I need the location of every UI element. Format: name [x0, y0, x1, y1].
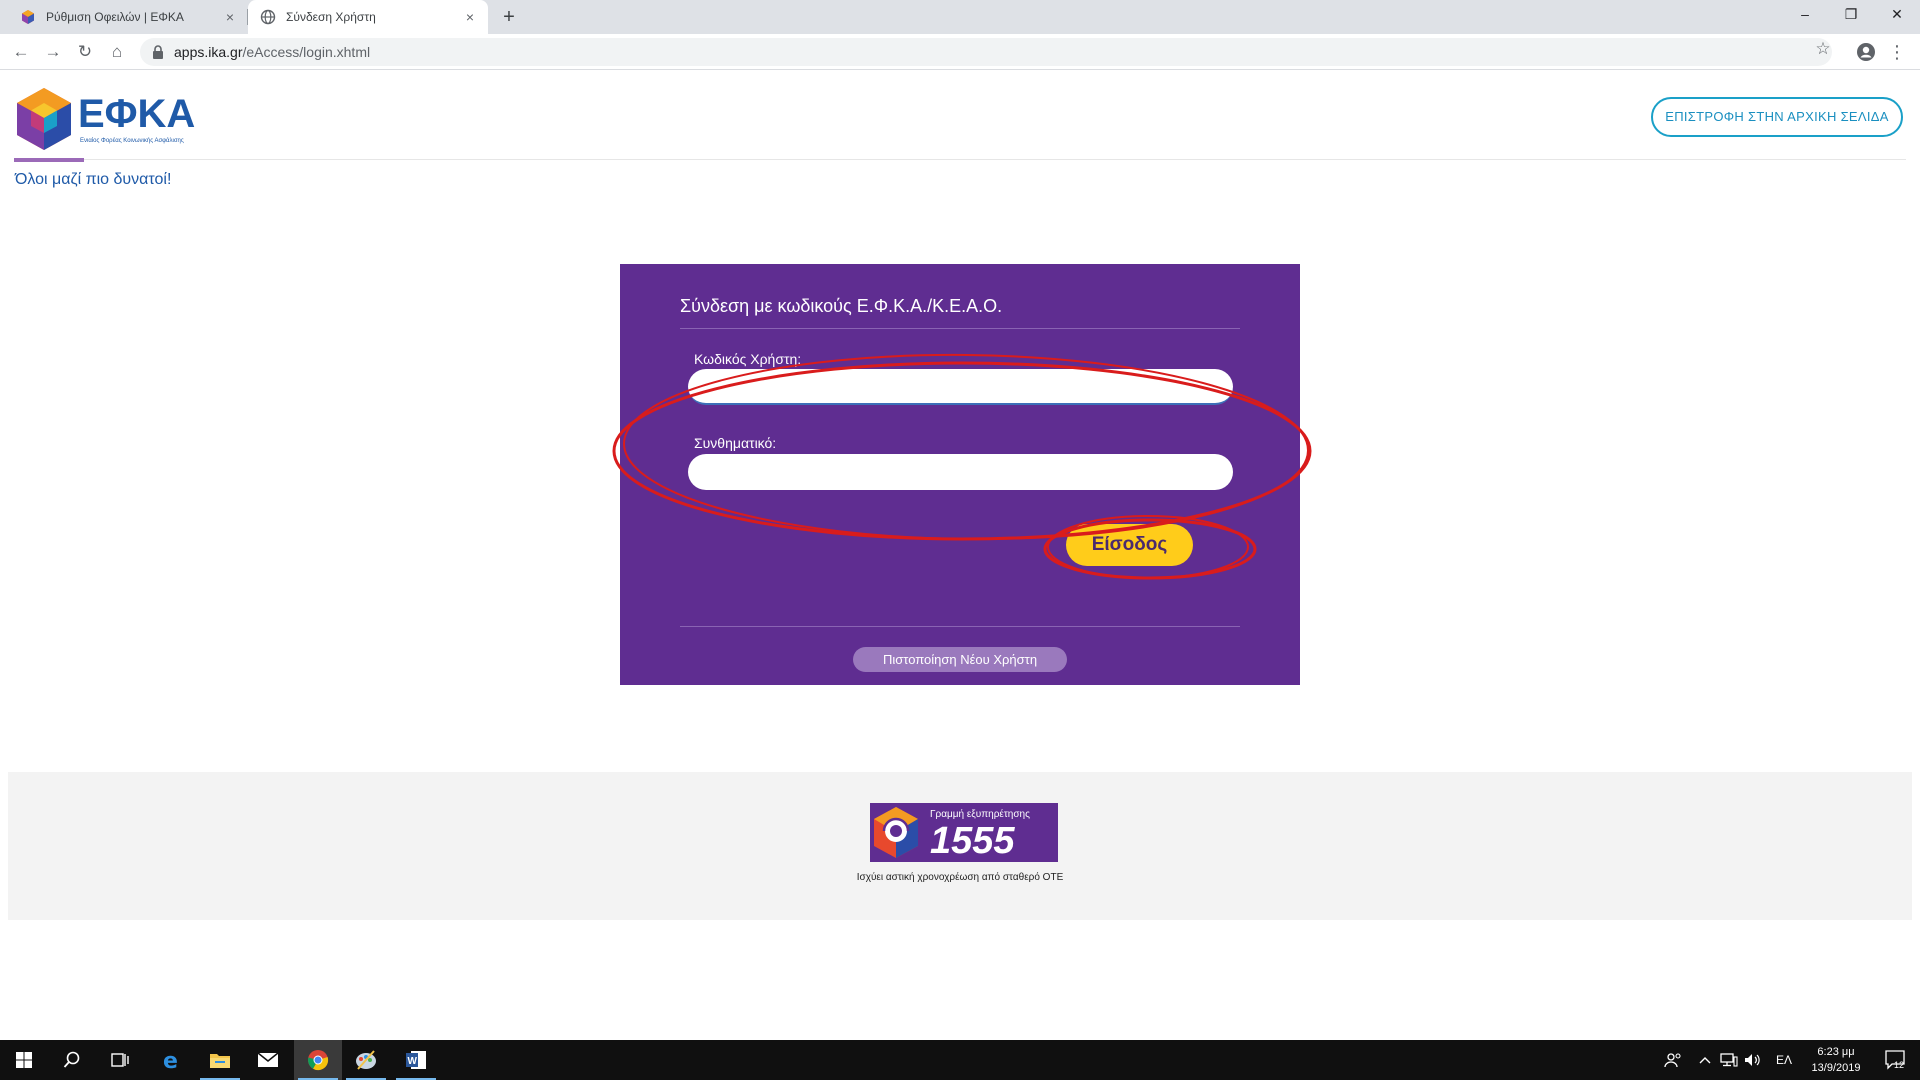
- notifications-icon[interactable]: 12: [1878, 1040, 1914, 1080]
- url-path: /eAccess/login.xhtml: [242, 44, 371, 60]
- back-button[interactable]: ←: [9, 40, 33, 64]
- file-explorer-icon[interactable]: [196, 1040, 244, 1080]
- clock-date: 13/9/2019: [1811, 1062, 1861, 1074]
- new-tab-button[interactable]: +: [496, 5, 522, 29]
- mail-icon[interactable]: [244, 1040, 292, 1080]
- browser-tab-bar: Ρύθμιση Οφειλών | ΕΦΚΑ × Σύνδεση Χρήστη …: [0, 0, 1920, 34]
- tab-efka-debt[interactable]: Ρύθμιση Οφειλών | ΕΦΚΑ ×: [8, 0, 248, 34]
- hotline-number: 1555: [930, 820, 1015, 862]
- chrome-icon[interactable]: [294, 1040, 342, 1080]
- task-view-icon[interactable]: [96, 1040, 144, 1080]
- hotline-1555-badge[interactable]: Γραμμή εξυπηρέτησης 1555: [870, 803, 1058, 862]
- tray-chevron-up-icon[interactable]: [1694, 1040, 1716, 1080]
- hotline-label: Γραμμή εξυπηρέτησης: [930, 808, 1030, 820]
- input-language-indicator[interactable]: ΕΛ: [1770, 1040, 1798, 1080]
- paint-icon[interactable]: [342, 1040, 390, 1080]
- return-home-button[interactable]: ΕΠΙΣΤΡΟΦΗ ΣΤΗΝ ΑΡΧΙΚΗ ΣΕΛΙΔΑ: [1651, 97, 1903, 137]
- notification-count: 12: [1894, 1060, 1904, 1070]
- header-accent-bar: [14, 158, 84, 162]
- password-label: Συνθηματικό:: [694, 435, 777, 451]
- edge-icon[interactable]: e: [148, 1040, 196, 1080]
- tab-title: Ρύθμιση Οφειλών | ΕΦΚΑ: [46, 10, 184, 24]
- system-clock[interactable]: 6:23 μμ 13/9/2019: [1796, 1044, 1876, 1076]
- card-divider: [680, 328, 1240, 329]
- browser-toolbar: ← → ↻ ⌂ apps.ika.gr/eAccess/login.xhtml …: [0, 34, 1920, 70]
- search-icon[interactable]: [48, 1040, 96, 1080]
- tab-close-icon[interactable]: ×: [460, 9, 480, 25]
- header-divider: [14, 159, 1906, 160]
- maximize-button[interactable]: ❐: [1828, 0, 1874, 30]
- efka-favicon-icon: [22, 10, 34, 24]
- people-icon[interactable]: [1660, 1040, 1686, 1080]
- page-footer: Γραμμή εξυπηρέτησης 1555 Ισχύει αστική χ…: [8, 772, 1912, 920]
- username-label: Κωδικός Χρήστη:: [694, 351, 802, 367]
- windows-start-icon[interactable]: [0, 1040, 48, 1080]
- url-host: apps.ika.gr: [174, 44, 243, 60]
- minimize-button[interactable]: –: [1782, 0, 1828, 30]
- close-window-button[interactable]: ✕: [1874, 0, 1920, 30]
- efka-logo[interactable]: ΕΦΚΑ Ενιαίος Φορέας Κοινωνικής Ασφάλισης: [14, 86, 198, 152]
- login-card: Σύνδεση με κωδικούς Ε.Φ.Κ.Α./Κ.Ε.Α.Ο. Κω…: [620, 264, 1300, 685]
- lock-icon: [153, 45, 163, 59]
- card-divider: [680, 626, 1240, 627]
- svg-text:W: W: [408, 1056, 418, 1067]
- new-user-certification-button[interactable]: Πιστοποίηση Νέου Χρήστη: [853, 647, 1067, 672]
- login-title: Σύνδεση με κωδικούς Ε.Φ.Κ.Α./Κ.Ε.Α.Ο.: [680, 296, 1003, 316]
- forward-button[interactable]: →: [41, 40, 65, 64]
- network-icon[interactable]: [1718, 1040, 1740, 1080]
- volume-icon[interactable]: [1742, 1040, 1764, 1080]
- logo-subtitle: Ενιαίος Φορέας Κοινωνικής Ασφάλισης: [80, 138, 184, 144]
- clock-time: 6:23 μμ: [1817, 1046, 1855, 1058]
- bookmark-star-icon[interactable]: ☆: [1812, 38, 1834, 60]
- tab-close-icon[interactable]: ×: [220, 9, 240, 25]
- svg-text:e: e: [163, 1049, 178, 1071]
- tab-user-login[interactable]: Σύνδεση Χρήστη ×: [248, 0, 488, 34]
- globe-icon: [260, 9, 276, 25]
- profile-avatar-icon[interactable]: [1856, 42, 1876, 62]
- slogan-text: Όλοι μαζί πιο δυνατοί!: [15, 171, 172, 188]
- username-input[interactable]: [688, 369, 1233, 405]
- password-input[interactable]: [688, 454, 1233, 490]
- hotline-note: Ισχύει αστική χρονοχρέωση από σταθερό ΟΤ…: [856, 872, 1064, 883]
- windows-taskbar: e W ΕΛ 6:23 μμ 13/9/2019 12: [0, 1040, 1920, 1080]
- address-bar[interactable]: apps.ika.gr/eAccess/login.xhtml: [140, 38, 1832, 66]
- word-icon[interactable]: W: [392, 1040, 440, 1080]
- login-submit-button[interactable]: Είσοδος: [1066, 524, 1193, 566]
- logo-wordmark: ΕΦΚΑ: [78, 92, 196, 136]
- page-content: ΕΦΚΑ Ενιαίος Φορέας Κοινωνικής Ασφάλισης…: [0, 71, 1920, 1040]
- tab-title: Σύνδεση Χρήστη: [286, 10, 376, 24]
- efka-cube-logo-icon: [17, 88, 71, 150]
- home-button[interactable]: ⌂: [105, 40, 129, 64]
- browser-menu-icon[interactable]: ⋮: [1888, 40, 1906, 64]
- reload-button[interactable]: ↻: [73, 40, 97, 64]
